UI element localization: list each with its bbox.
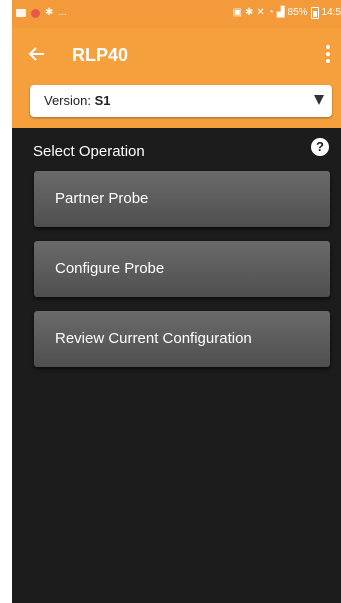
- mute-icon: ✕: [256, 7, 265, 18]
- signal-icon: ▟: [276, 7, 285, 18]
- phone-screen: ✱ ... ▣ ✱ ✕ ◔ ▟ 85% 14:5 RLP40 Version: …: [12, 0, 341, 603]
- help-circle-icon[interactable]: ?: [311, 138, 329, 156]
- app-bar: RLP40: [12, 28, 341, 84]
- status-right: ▣ ✱ ✕ ◔ ▟ 85% 14:5: [233, 7, 341, 19]
- version-dropdown[interactable]: Version: S1: [30, 85, 332, 117]
- triangle-down-icon: [314, 95, 324, 105]
- more-vert-icon[interactable]: [321, 42, 335, 66]
- status-bar: ✱ ... ▣ ✱ ✕ ◔ ▟ 85% 14:5: [12, 0, 341, 28]
- partner-probe-button[interactable]: Partner Probe: [34, 171, 330, 227]
- nfc-icon: ▣: [232, 7, 242, 18]
- configure-probe-button[interactable]: Configure Probe: [34, 241, 330, 297]
- arrow-left-icon: [28, 47, 44, 61]
- menu-dot: [326, 45, 330, 49]
- menu-dot: [326, 59, 330, 63]
- more-notifications-text: ...: [58, 7, 67, 18]
- bluetooth-icon: ✱: [244, 7, 254, 18]
- version-value: S1: [94, 93, 111, 108]
- battery-icon: [310, 7, 319, 19]
- gallery-notification-icon: [16, 9, 26, 17]
- app-notification-icon: [31, 8, 40, 18]
- menu-dot: [326, 52, 330, 56]
- clock-time: 14:5: [321, 7, 341, 18]
- select-operation-heading: Select Operation: [33, 143, 145, 160]
- version-text: Version: S1: [44, 93, 111, 108]
- wifi-icon: ◔: [267, 7, 274, 18]
- version-strip: Version: S1: [12, 84, 341, 128]
- status-left: ✱ ...: [16, 7, 67, 19]
- app-title: RLP40: [72, 45, 129, 65]
- version-label: Version:: [44, 93, 91, 108]
- review-configuration-button[interactable]: Review Current Configuration: [34, 311, 330, 367]
- battery-percent: 85%: [287, 7, 308, 18]
- bluetooth-notification-icon: ✱: [45, 7, 54, 18]
- back-arrow-icon[interactable]: [28, 42, 52, 66]
